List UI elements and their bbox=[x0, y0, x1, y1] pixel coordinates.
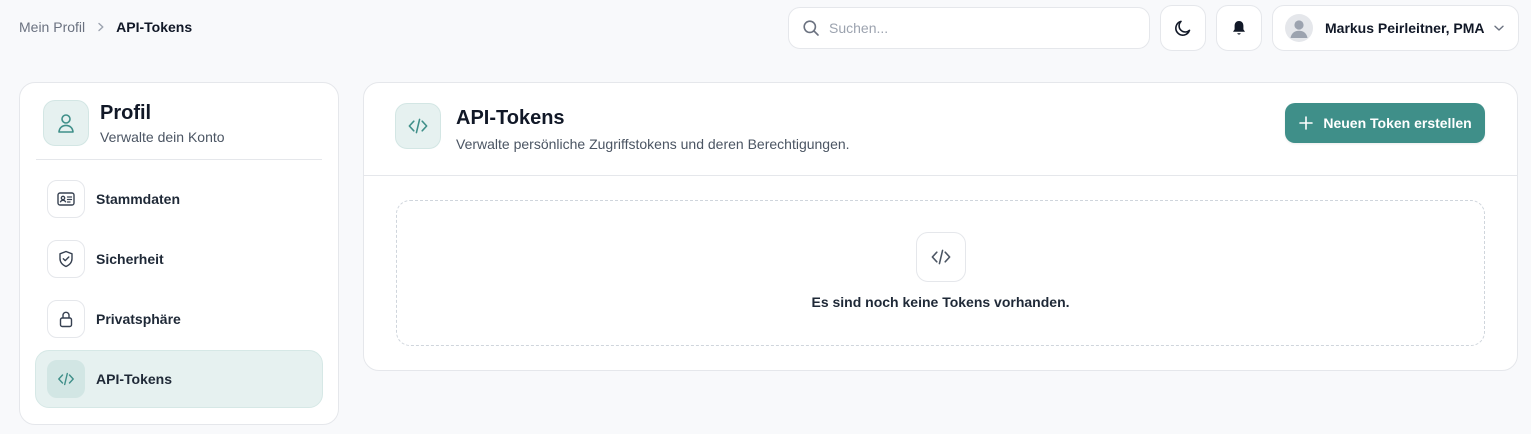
breadcrumb-current: API-Tokens bbox=[116, 19, 193, 35]
theme-toggle-button[interactable] bbox=[1160, 5, 1206, 51]
user-icon bbox=[43, 100, 89, 146]
lock-icon bbox=[47, 300, 85, 338]
sidebar-item-label: Stammdaten bbox=[96, 191, 181, 207]
notifications-button[interactable] bbox=[1216, 5, 1262, 51]
bell-icon bbox=[1230, 19, 1248, 37]
profile-header: Profil Verwalte dein Konto bbox=[43, 100, 225, 146]
search-input[interactable] bbox=[829, 20, 1129, 36]
sidebar-item-sicherheit[interactable]: Sicherheit bbox=[35, 230, 323, 288]
shield-check-icon bbox=[47, 240, 85, 278]
empty-state: Es sind noch keine Tokens vorhanden. bbox=[396, 200, 1485, 346]
sidebar-item-label: API-Tokens bbox=[96, 371, 172, 387]
chevron-right-icon bbox=[96, 22, 106, 32]
sidebar-item-api-tokens[interactable]: API-Tokens bbox=[35, 350, 323, 408]
create-token-button[interactable]: Neuen Token erstellen bbox=[1285, 103, 1485, 143]
id-card-icon bbox=[47, 180, 85, 218]
sidebar-item-privatsphaere[interactable]: Privatsphäre bbox=[35, 290, 323, 348]
user-avatar-icon bbox=[1285, 14, 1313, 42]
search-box[interactable] bbox=[788, 7, 1150, 49]
code-icon bbox=[395, 103, 441, 149]
code-icon bbox=[47, 360, 85, 398]
sidebar-item-stammdaten[interactable]: Stammdaten bbox=[35, 170, 323, 228]
page-title: API-Tokens bbox=[456, 107, 565, 129]
moon-icon bbox=[1173, 18, 1193, 38]
breadcrumb-mein-profil[interactable]: Mein Profil bbox=[19, 19, 85, 35]
sidebar-item-label: Sicherheit bbox=[96, 251, 164, 267]
create-token-label: Neuen Token erstellen bbox=[1323, 115, 1472, 131]
chevron-down-icon bbox=[1493, 22, 1505, 34]
sidebar-title: Profil bbox=[100, 102, 152, 124]
page-subtitle: Verwalte persönliche Zugriffstokens und … bbox=[456, 136, 850, 152]
breadcrumb: Mein Profil API-Tokens bbox=[19, 18, 192, 36]
sidebar-item-label: Privatsphäre bbox=[96, 311, 181, 327]
profile-sidebar: Profil Verwalte dein Konto Stammdaten Si… bbox=[19, 82, 339, 425]
card-divider bbox=[364, 175, 1517, 176]
user-menu-button[interactable]: Markus Peirleitner, PMA bbox=[1272, 5, 1519, 51]
plus-icon bbox=[1298, 115, 1314, 131]
user-name: Markus Peirleitner, PMA bbox=[1325, 20, 1485, 36]
api-tokens-card: API-Tokens Verwalte persönliche Zugriffs… bbox=[363, 82, 1518, 371]
code-icon bbox=[916, 232, 966, 282]
sidebar-subtitle: Verwalte dein Konto bbox=[100, 129, 225, 145]
sidebar-divider bbox=[36, 159, 322, 160]
search-icon bbox=[802, 19, 820, 37]
empty-state-message: Es sind noch keine Tokens vorhanden. bbox=[811, 294, 1070, 310]
